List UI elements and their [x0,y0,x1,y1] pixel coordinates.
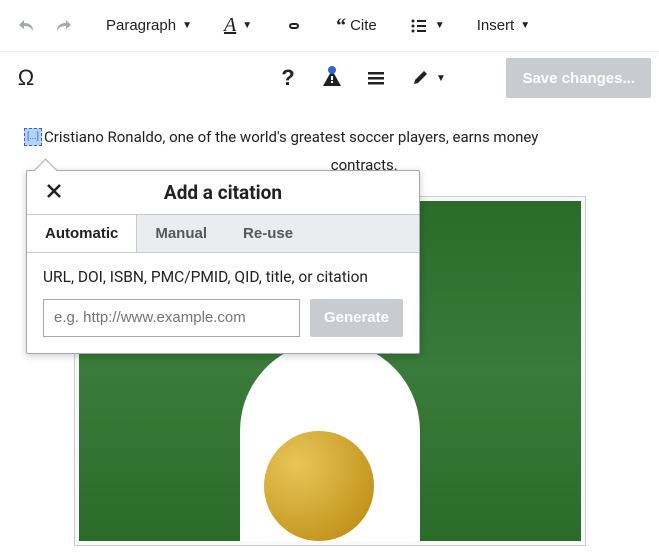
tab-automatic[interactable]: Automatic [27,215,137,252]
citation-input[interactable] [43,299,300,337]
citation-field-label: URL, DOI, ISBN, PMC/PMID, QID, title, or… [43,267,403,289]
pencil-icon [410,68,430,88]
quote-icon: “ [336,16,346,36]
citation-tabs: Automatic Manual Re-use [27,214,419,253]
popup-body: URL, DOI, ISBN, PMC/PMID, QID, title, or… [27,253,419,353]
chevron-down-icon: ▼ [182,20,192,31]
undo-button[interactable] [8,8,44,44]
link-button[interactable] [276,8,312,44]
redo-icon [54,16,74,36]
text-style-dropdown[interactable]: A ▼ [216,8,260,44]
citation-popup: Add a citation Automatic Manual Re-use U… [26,170,420,354]
undo-icon [16,16,36,36]
paragraph-label: Paragraph [106,17,176,34]
secondary-toolbar: Ω ? ▼ Save changes... [0,52,659,104]
help-button[interactable]: ? [270,60,306,96]
popup-title: Add a citation [41,181,405,204]
omega-icon: Ω [18,65,34,91]
cite-label: Cite [350,17,377,34]
tab-manual[interactable]: Manual [137,215,225,252]
citation-input-row: Generate [43,299,403,337]
chevron-down-icon: ▼ [436,73,446,84]
help-icon: ? [281,65,294,91]
link-icon [284,16,304,36]
format-toolbar: Paragraph ▼ A ▼ “ Cite ▼ Insert ▼ [0,0,659,52]
article-line1: Cristiano Ronaldo, one of the world's gr… [44,128,538,146]
special-char-button[interactable]: Ω [8,60,44,96]
image-trophy [264,431,374,541]
tab-reuse[interactable]: Re-use [225,215,311,252]
text-style-icon: A [224,14,236,37]
insert-dropdown[interactable]: Insert ▼ [469,8,538,44]
close-button[interactable] [41,178,67,207]
generate-button[interactable]: Generate [310,299,403,337]
save-label: Save changes... [522,70,635,87]
paragraph-dropdown[interactable]: Paragraph ▼ [98,8,200,44]
notification-dot [328,66,336,74]
chevron-down-icon: ▼ [435,20,445,31]
reference-marker[interactable]: [...] [24,128,42,146]
menu-icon [366,68,386,88]
cite-button[interactable]: “ Cite [328,8,385,44]
chevron-down-icon: ▼ [520,20,530,31]
list-dropdown[interactable]: ▼ [401,8,453,44]
close-icon [45,182,63,200]
save-changes-button[interactable]: Save changes... [506,58,651,98]
popup-header: Add a citation [27,171,419,214]
bullet-list-icon [409,16,429,36]
redo-button[interactable] [46,8,82,44]
edit-mode-dropdown[interactable]: ▼ [402,60,454,96]
chevron-down-icon: ▼ [242,20,252,31]
page-options-button[interactable] [358,60,394,96]
insert-label: Insert [477,17,515,34]
notices-button[interactable] [314,60,350,96]
